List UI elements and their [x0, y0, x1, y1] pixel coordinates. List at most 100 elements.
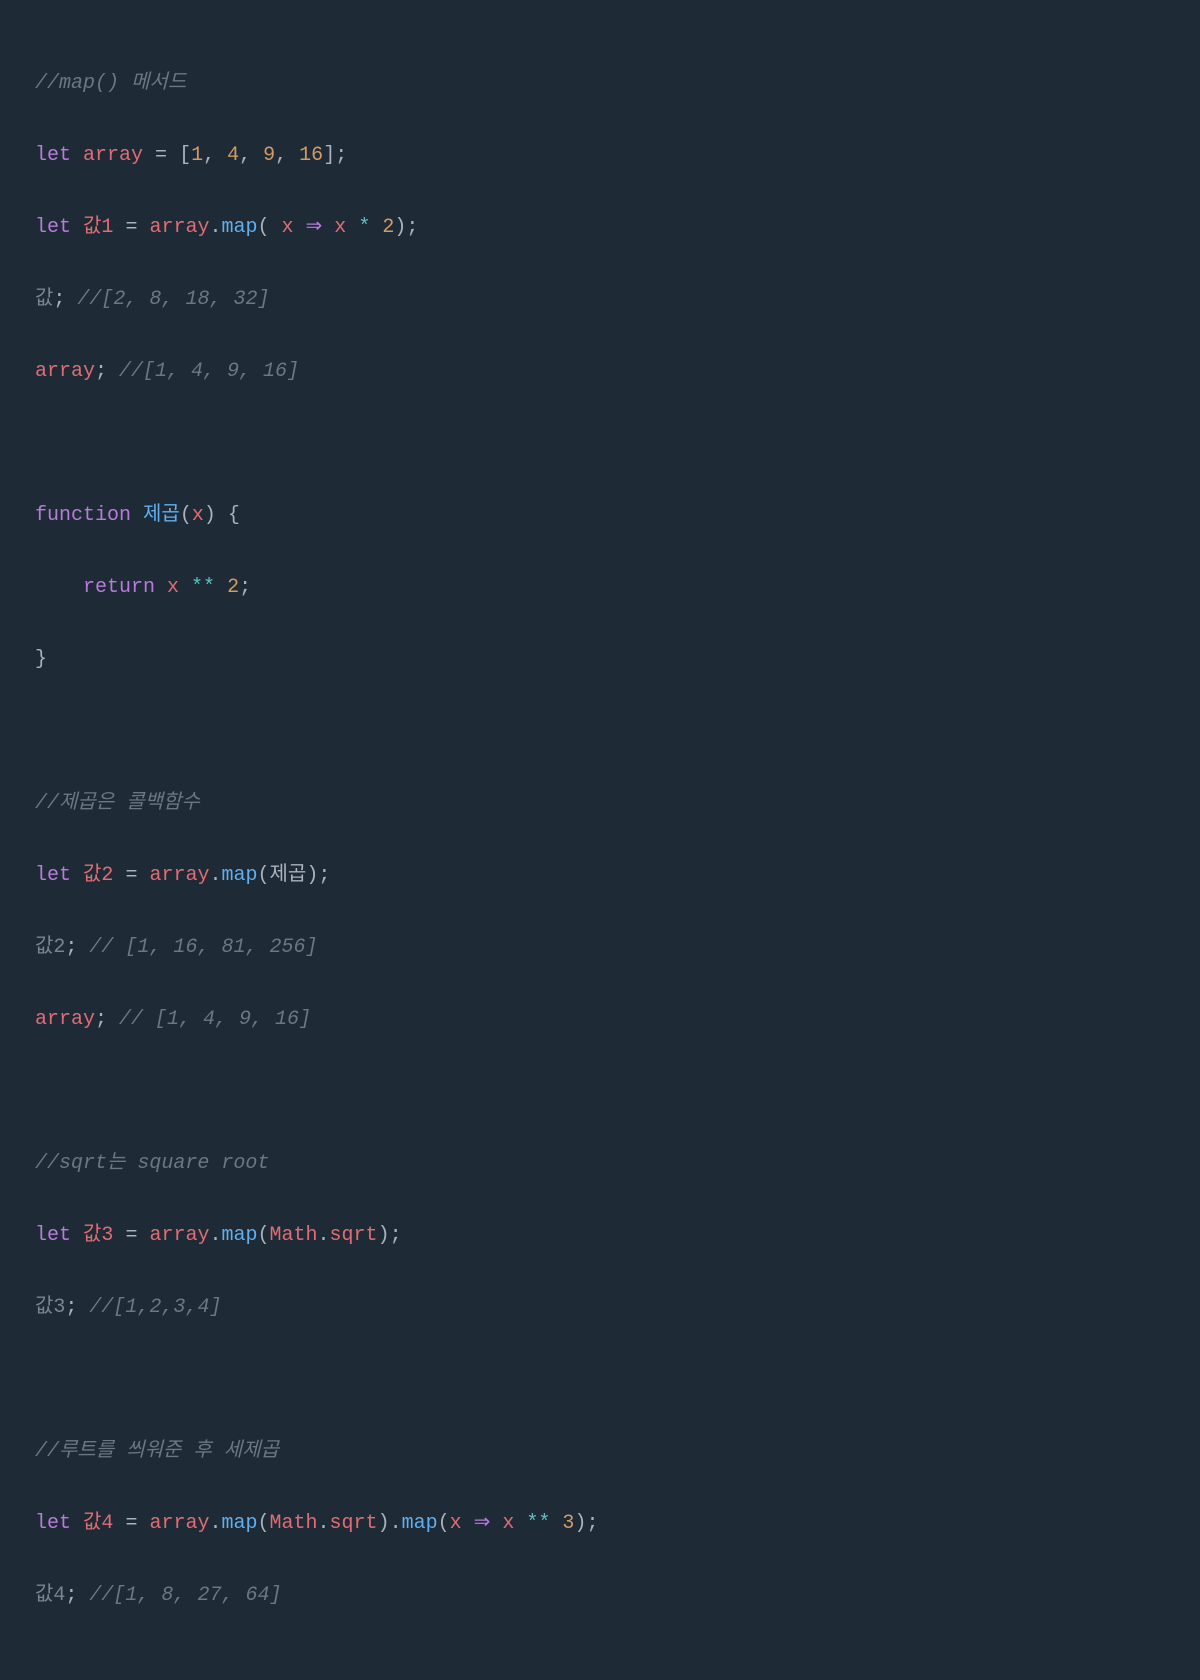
param-x: x [155, 576, 191, 599]
keyword-let: let [35, 144, 71, 167]
semicolon: ; [239, 576, 251, 599]
space [71, 144, 83, 167]
dot: . [318, 1224, 330, 1247]
method-map: map [221, 216, 257, 239]
code-line-12: let 값2 = array.map(제곱); [35, 858, 1165, 894]
variable-val2: 값2 [35, 936, 65, 959]
equals: = [143, 144, 179, 167]
method-map: map [402, 1512, 438, 1535]
code-line-5: array; //[1, 4, 9, 16] [35, 354, 1165, 390]
code-line-9: } [35, 642, 1165, 678]
code-editor[interactable]: //map() 메서드 let array = [1, 4, 9, 16]; l… [35, 30, 1165, 1650]
comment-text: // [1, 4, 9, 16] [119, 1008, 311, 1031]
keyword-let: let [35, 864, 71, 887]
comma: , [239, 144, 263, 167]
param-x: x [334, 216, 346, 239]
equals: = [113, 1224, 149, 1247]
identifier-array: array [83, 144, 143, 167]
comment-text: //[2, 8, 18, 32] [77, 288, 269, 311]
code-line-16: //sqrt는 square root [35, 1146, 1165, 1182]
dot: . [318, 1512, 330, 1535]
paren-open: ( [258, 1224, 270, 1247]
param-x: x [192, 504, 204, 527]
param-x: x [502, 1512, 514, 1535]
code-line-11: //제곱은 콜백함수 [35, 786, 1165, 822]
code-line-10-empty [35, 714, 1165, 750]
property-sqrt: sqrt [330, 1224, 378, 1247]
keyword-function: function [35, 504, 131, 527]
variable-val: 값 [35, 288, 53, 311]
comma: , [275, 144, 299, 167]
number-literal: 9 [263, 144, 275, 167]
comment-text: // [1, 16, 81, 256] [89, 936, 317, 959]
equals: = [113, 1512, 149, 1535]
param-x: x [282, 216, 294, 239]
identifier-array: array [149, 864, 209, 887]
space [71, 1224, 83, 1247]
paren-close-dot: ). [378, 1512, 402, 1535]
identifier-array: array [149, 216, 209, 239]
arrow-function: ⇒ [294, 216, 335, 239]
variable-array: array [35, 360, 95, 383]
code-line-13: 값2; // [1, 16, 81, 256] [35, 930, 1165, 966]
paren-open: ( [180, 504, 192, 527]
identifier-val3: 값3 [83, 1224, 113, 1247]
object-math: Math [270, 1512, 318, 1535]
paren-close: ); [378, 1224, 402, 1247]
object-math: Math [270, 1224, 318, 1247]
brace-close: } [35, 648, 47, 671]
comma: , [203, 144, 227, 167]
semicolon: ; [95, 1008, 119, 1031]
comment-text: //제곱은 콜백함수 [35, 792, 200, 815]
number-literal: 4 [227, 144, 239, 167]
variable-val4: 값4 [35, 1584, 65, 1607]
space [71, 216, 83, 239]
indent [35, 576, 83, 599]
operator-multiply: * [346, 216, 382, 239]
bracket-close: ]; [323, 144, 347, 167]
number-literal: 2 [215, 576, 239, 599]
callback-name: 제곱 [270, 864, 307, 887]
paren-close: ); [574, 1512, 598, 1535]
keyword-let: let [35, 216, 71, 239]
identifier-val1: 값1 [83, 216, 113, 239]
code-line-22: 값4; //[1, 8, 27, 64] [35, 1578, 1165, 1614]
semicolon: ; [53, 288, 77, 311]
paren-close-brace: ) { [204, 504, 240, 527]
variable-val3: 값3 [35, 1296, 65, 1319]
paren-open: ( [258, 864, 270, 887]
number-literal: 1 [191, 144, 203, 167]
keyword-let: let [35, 1224, 71, 1247]
paren-open: ( [258, 1512, 270, 1535]
dot: . [209, 216, 221, 239]
variable-array: array [35, 1008, 95, 1031]
function-name: 제곱 [131, 504, 180, 527]
code-line-1: //map() 메서드 [35, 66, 1165, 102]
property-sqrt: sqrt [330, 1512, 378, 1535]
comment-text: //sqrt는 square root [35, 1152, 269, 1175]
code-line-3: let 값1 = array.map( x ⇒ x * 2); [35, 210, 1165, 246]
paren-close: ); [394, 216, 418, 239]
identifier-array: array [149, 1224, 209, 1247]
space [71, 864, 83, 887]
identifier-val4: 값4 [83, 1512, 113, 1535]
bracket-open: [ [179, 144, 191, 167]
dot: . [209, 1224, 221, 1247]
identifier-array: array [149, 1512, 209, 1535]
number-literal: 2 [382, 216, 394, 239]
keyword-return: return [83, 576, 155, 599]
code-line-6-empty [35, 426, 1165, 462]
paren-close: ); [306, 864, 330, 887]
semicolon: ; [65, 936, 89, 959]
param-x: x [450, 1512, 462, 1535]
comment-text: //루트를 씌워준 후 세제곱 [35, 1440, 279, 1463]
code-line-19-empty [35, 1362, 1165, 1398]
paren-open: ( [258, 216, 282, 239]
number-literal: 3 [562, 1512, 574, 1535]
space [71, 1512, 83, 1535]
arrow-function: ⇒ [462, 1512, 503, 1535]
equals: = [113, 864, 149, 887]
code-line-2: let array = [1, 4, 9, 16]; [35, 138, 1165, 174]
code-line-21: let 값4 = array.map(Math.sqrt).map(x ⇒ x … [35, 1506, 1165, 1542]
paren-open: ( [438, 1512, 450, 1535]
